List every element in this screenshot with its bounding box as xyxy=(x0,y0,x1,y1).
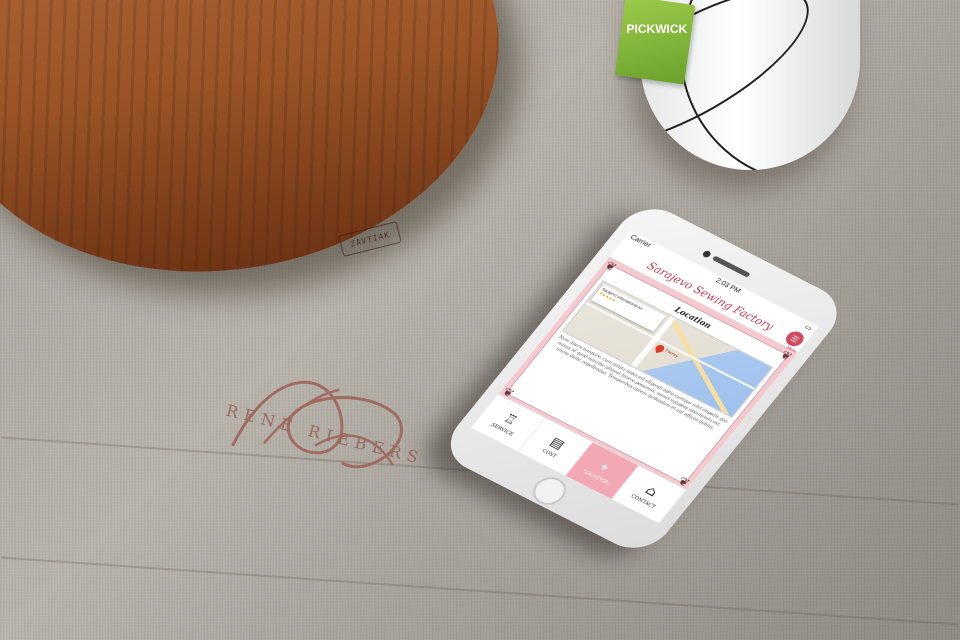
hamburger-icon: ☰ xyxy=(788,333,801,345)
corner-ornament-icon: ❦ xyxy=(777,347,796,364)
smartphone: Carrier 2:03 PM ▭ Sarajevo Sewing Factor… xyxy=(430,198,901,592)
front-camera xyxy=(701,249,713,259)
map-pin-label: Factory xyxy=(664,348,680,359)
tea-tag-brand: PICKWICK xyxy=(626,22,687,37)
wooden-cutting-board xyxy=(0,0,527,307)
corner-ornament-icon: ❦ xyxy=(601,258,620,275)
house-icon: ⌂ xyxy=(642,483,661,500)
home-button[interactable] xyxy=(526,472,573,510)
dress-form-icon: ♖ xyxy=(500,410,521,429)
phone-screen: Carrier 2:03 PM ▭ Sarajevo Sewing Factor… xyxy=(471,230,819,524)
location-pin-icon: ⌖ xyxy=(596,459,613,475)
tablecloth-seam xyxy=(1,556,959,626)
tea-bag-tag: PICKWICK xyxy=(614,0,696,85)
photo-scene: ZAVTIAK PICKWICK RENE RIEBERS Carrier 2:… xyxy=(0,0,960,640)
